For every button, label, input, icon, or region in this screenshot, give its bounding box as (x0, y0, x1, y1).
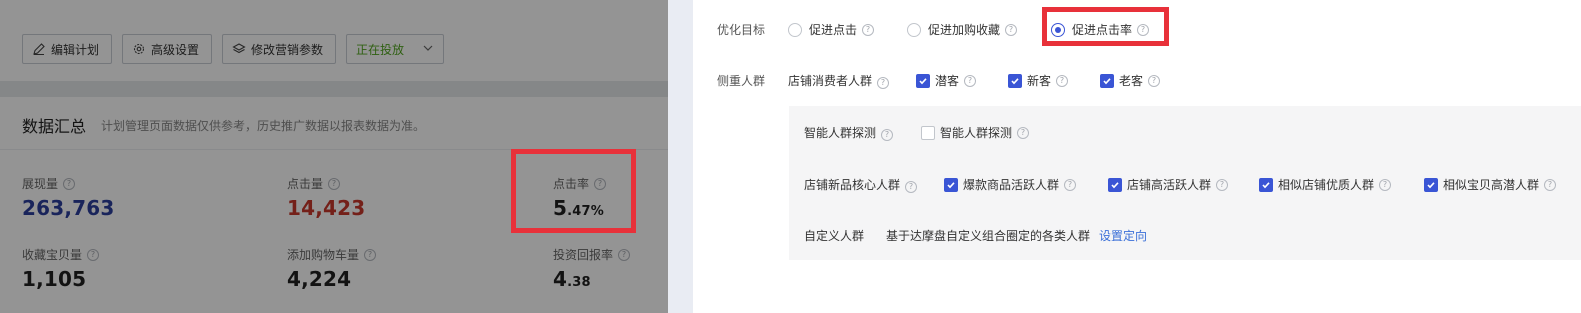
checkbox-label: 相似店铺优质人群 (1278, 178, 1375, 192)
checkbox-active-store-audience[interactable]: 店铺高活跃人群? (1108, 176, 1229, 193)
focus-audience-label: 侧重人群 (717, 74, 766, 88)
help-icon[interactable]: ? (881, 129, 894, 141)
help-icon[interactable]: ? (1064, 178, 1077, 191)
store-consumers-label: 店铺消费者人群? (788, 72, 890, 89)
settings-drawer: 优化目标 促进点击? 促进加购收藏? 促进点击率? 侧重人群 店铺消费者人群? … (693, 0, 1581, 313)
highlight-box-ctr (511, 149, 636, 233)
checkbox-checked-icon (944, 177, 958, 192)
help-icon[interactable]: ? (1379, 178, 1392, 191)
help-icon[interactable]: ? (1148, 74, 1161, 87)
drawer-edge (668, 0, 693, 313)
checkbox-checked-icon (1424, 177, 1438, 192)
help-icon[interactable]: ? (1216, 178, 1229, 191)
checkbox-similar-store-audience[interactable]: 相似店铺优质人群? (1259, 176, 1392, 193)
help-icon[interactable]: ? (1017, 126, 1030, 139)
optimization-goal-label: 优化目标 (717, 23, 766, 37)
help-icon[interactable]: ? (862, 23, 875, 36)
checkbox-returning-customers[interactable]: 老客? (1100, 72, 1161, 89)
checkbox-hot-product-audience[interactable]: 爆款商品活跃人群? (944, 176, 1077, 193)
checkbox-checked-icon (1008, 73, 1022, 88)
checkbox-new-customers[interactable]: 新客? (1008, 72, 1069, 89)
checkbox-label: 智能人群探测 (940, 126, 1013, 140)
checkbox-label: 潜客 (935, 74, 960, 88)
help-icon[interactable]: ? (964, 74, 977, 87)
help-icon[interactable]: ? (1005, 23, 1018, 36)
goal-option-label: 促进点击 (809, 23, 858, 37)
checkbox-label: 新客 (1027, 74, 1052, 88)
checkbox-checked-icon (916, 73, 930, 88)
checkbox-label: 老客 (1119, 74, 1144, 88)
custom-audience-label: 自定义人群 (804, 229, 865, 243)
help-icon[interactable]: ? (1056, 74, 1069, 87)
goal-option-cart-fav[interactable]: 促进加购收藏? (907, 21, 1018, 38)
core-audience-label: 店铺新品核心人群? (804, 176, 918, 193)
checkbox-label: 相似宝贝高潜人群 (1443, 178, 1540, 192)
checkbox-unchecked-icon (921, 125, 935, 140)
checkbox-checked-icon (1108, 177, 1122, 192)
checkbox-checked-icon (1100, 73, 1114, 88)
radio-icon (788, 22, 802, 37)
goal-option-clicks[interactable]: 促进点击? (788, 21, 875, 38)
help-icon[interactable]: ? (1544, 178, 1557, 191)
smart-audience-label: 智能人群探测? (804, 124, 894, 141)
checkbox-similar-item-audience[interactable]: 相似宝贝高潜人群? (1424, 176, 1557, 193)
custom-audience-desc: 基于达摩盘自定义组合圈定的各类人群 (886, 229, 1091, 243)
highlight-box-goal (1042, 7, 1169, 46)
audience-subpanel: 智能人群探测? 智能人群探测? 店铺新品核心人群? 爆款商品活跃人群? 店铺高活… (789, 106, 1581, 260)
radio-icon (907, 22, 921, 37)
checkbox-prospects[interactable]: 潜客? (916, 72, 977, 89)
campaign-page: 编辑计划 高级设置 修改营销参数 正在投放 数据汇总 计划管理页面数据仅供参考，… (0, 0, 668, 313)
set-targeting-link[interactable]: 设置定向 (1099, 227, 1147, 244)
checkbox-checked-icon (1259, 177, 1273, 192)
help-icon[interactable]: ? (905, 181, 918, 193)
checkbox-label: 店铺高活跃人群 (1127, 178, 1212, 192)
checkbox-label: 爆款商品活跃人群 (963, 178, 1060, 192)
goal-option-label: 促进加购收藏 (928, 23, 1001, 37)
checkbox-smart-audience[interactable]: 智能人群探测? (921, 124, 1030, 141)
help-icon[interactable]: ? (877, 77, 890, 89)
